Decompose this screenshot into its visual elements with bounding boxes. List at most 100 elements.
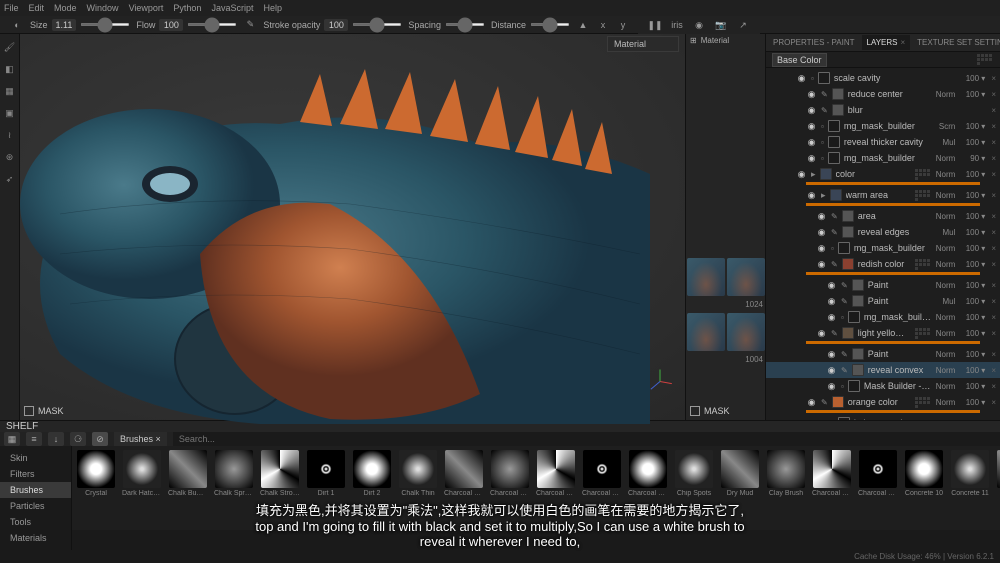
layer-row[interactable]: ◉✎areaNorm100 ▾× (766, 208, 1000, 224)
shelf-import-icon[interactable]: ↓ (48, 432, 64, 446)
brush-preset[interactable]: Dirt 2 (352, 450, 392, 497)
size-value[interactable]: 1.11 (52, 19, 77, 31)
opacity-value[interactable]: 100 ▾ (961, 382, 985, 391)
brush-preset[interactable]: Chip Spots (674, 450, 714, 497)
blend-mode[interactable]: Norm (936, 398, 956, 407)
size-slider[interactable] (80, 23, 130, 26)
menu-python[interactable]: Python (173, 3, 201, 13)
mirror-y-icon[interactable]: y (616, 18, 630, 32)
layer-name[interactable]: Paint (868, 280, 932, 290)
layer-thumbnail[interactable] (842, 327, 854, 339)
close-icon[interactable]: × (991, 122, 996, 131)
layer-row[interactable]: ◉▸warm areaNorm100 ▾× (766, 187, 1000, 203)
opacity-value[interactable]: 90 ▾ (961, 154, 985, 163)
shelf-tag-icon[interactable]: ⊘ (92, 432, 108, 446)
eye-icon[interactable]: ◉ (796, 169, 807, 180)
opacity-value[interactable]: 100 ▾ (961, 260, 985, 269)
layer-name[interactable]: area (858, 211, 932, 221)
opacity-value[interactable]: 100 ▾ (961, 122, 985, 131)
layer-opacity-bar[interactable] (806, 410, 980, 413)
layer-name[interactable]: Paint (868, 296, 939, 306)
layer-name[interactable]: blur (848, 105, 952, 115)
layer-name[interactable]: reveal edges (858, 227, 939, 237)
opacity-slider[interactable] (352, 23, 402, 26)
layer-name[interactable]: reveal thicker cavity (844, 137, 939, 147)
export-icon[interactable]: ↗ (736, 18, 750, 32)
layer-thumbnail[interactable] (852, 279, 864, 291)
layer-thumbnail[interactable] (818, 72, 830, 84)
layer-thumbnail[interactable] (842, 226, 854, 238)
brush-preset[interactable]: Charcoal O... (582, 450, 622, 497)
menu-window[interactable]: Window (87, 3, 119, 13)
blend-mode[interactable]: Norm (936, 329, 956, 338)
blend-mode[interactable]: Norm (936, 154, 956, 163)
eye-icon[interactable]: ◉ (826, 280, 837, 291)
drag-handle-icon[interactable] (914, 258, 932, 271)
layer-opacity-bar[interactable] (806, 203, 980, 206)
menu-edit[interactable]: Edit (29, 3, 45, 13)
layer-name[interactable]: mg_mask_builder (864, 312, 932, 322)
viewport-2d[interactable]: ⊞ Material 1024 1004 MASK (685, 34, 765, 420)
uv-thumb[interactable] (727, 258, 765, 296)
eye-icon[interactable]: ◉ (806, 397, 817, 408)
layer-thumbnail[interactable] (820, 168, 832, 180)
layer-thumbnail[interactable] (842, 258, 854, 270)
menu-help[interactable]: Help (263, 3, 282, 13)
folder-icon[interactable]: ▸ (811, 169, 816, 180)
opacity-value[interactable]: 100 ▾ (961, 191, 985, 200)
close-icon[interactable]: × (991, 419, 996, 421)
brush-preset[interactable]: Cotton (996, 450, 1000, 497)
uv-thumb[interactable] (727, 313, 765, 351)
close-icon[interactable]: × (900, 38, 905, 47)
eye-icon[interactable]: ◉ (816, 328, 827, 339)
layers-panel[interactable]: ◉▫scale cavity100 ▾×◉✎reduce centerNorm1… (766, 68, 1000, 420)
layer-row[interactable]: ◉✎PaintMul100 ▾× (766, 293, 1000, 309)
blend-mode[interactable]: Norm (936, 191, 956, 200)
pen-pressure-icon[interactable]: ✎ (243, 18, 257, 32)
close-icon[interactable]: × (991, 260, 996, 269)
close-icon[interactable]: × (991, 90, 996, 99)
blend-mode[interactable]: Norm (936, 170, 956, 179)
close-icon[interactable]: × (991, 398, 996, 407)
layer-thumbnail[interactable] (852, 348, 864, 360)
layer-name[interactable]: Paint (868, 349, 932, 359)
shelf-list-icon[interactable]: ≡ (26, 432, 42, 446)
eye-icon[interactable]: ◉ (826, 312, 837, 323)
drag-handle-icon[interactable] (914, 327, 932, 340)
layer-thumbnail[interactable] (852, 295, 864, 307)
brush-preset[interactable]: Dry Mud (720, 450, 760, 497)
layer-row[interactable]: ◉▸colorNorm100 ▾× (766, 166, 1000, 182)
menu-javascript[interactable]: JavaScript (211, 3, 253, 13)
blend-mode[interactable]: Norm (936, 244, 956, 253)
layer-row[interactable]: ◉▫mg_mask_builderNorm100 ▾× (766, 309, 1000, 325)
blend-mode[interactable]: Norm (936, 281, 956, 290)
close-icon[interactable]: × (991, 138, 996, 147)
opacity-value[interactable]: 100 ▾ (961, 228, 985, 237)
eye-icon[interactable]: ◉ (816, 211, 827, 222)
layer-opacity-bar[interactable] (806, 341, 980, 344)
brush-preset[interactable]: Dark Hatches (122, 450, 162, 497)
drag-handle-icon[interactable] (914, 189, 932, 202)
shelf-category[interactable]: Filters (0, 466, 71, 482)
material-pill[interactable]: Material (701, 36, 729, 45)
layer-opacity-bar[interactable] (806, 182, 980, 185)
axis-gizmo[interactable] (645, 366, 675, 396)
brush-preset[interactable]: Charcoal St... (628, 450, 668, 497)
layer-row[interactable]: ◉▫reveal thicker cavityMul100 ▾× (766, 134, 1000, 150)
layer-thumbnail[interactable] (832, 104, 844, 116)
layer-thumbnail[interactable] (852, 364, 864, 376)
layer-row[interactable]: ◉✎light yellow colorNorm100 ▾× (766, 325, 1000, 341)
layer-name[interactable]: orange color (848, 397, 910, 407)
opacity-value[interactable]: 100 ▾ (961, 138, 985, 147)
close-icon[interactable]: × (991, 329, 996, 338)
layer-row[interactable]: ◉✎reveal convexNorm100 ▾× (766, 362, 1000, 378)
eye-icon[interactable]: ◉ (806, 190, 817, 201)
close-icon[interactable]: × (991, 297, 996, 306)
channel-select[interactable]: Base Color (772, 53, 827, 67)
layer-name[interactable]: scale cavity (834, 73, 951, 83)
layer-row[interactable]: ◉✎reveal edgesMul100 ▾× (766, 224, 1000, 240)
close-icon[interactable]: × (991, 313, 996, 322)
opacity-value[interactable]: 100 ▾ (961, 329, 985, 338)
blend-mode[interactable]: Mul (942, 297, 955, 306)
close-icon[interactable]: × (991, 228, 996, 237)
